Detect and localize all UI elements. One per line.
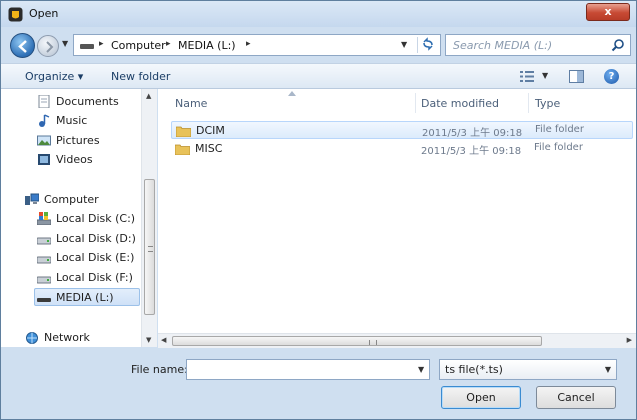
app-icon	[8, 7, 23, 22]
documents-icon	[38, 95, 50, 108]
organize-menu[interactable]: Organize ▾	[25, 70, 83, 83]
nav-item-network[interactable]: Network	[25, 329, 135, 347]
file-name-input[interactable]	[186, 359, 430, 380]
file-type: File folder	[534, 142, 583, 153]
window-title: Open	[29, 7, 59, 20]
nav-label: Documents	[56, 95, 119, 108]
nav-label: Local Disk (F:)	[56, 271, 133, 284]
file-list: Name Date modified Type DCIM 2011/5/3 上午…	[158, 89, 636, 333]
address-row: ▼ ▸ Computer ▸ MEDIA (L:) ▸ ▼ Search MED…	[1, 27, 636, 63]
scroll-up-icon[interactable]: ▲	[146, 92, 151, 100]
drive-icon	[37, 256, 51, 264]
search-icon[interactable]	[611, 38, 625, 52]
scroll-down-icon[interactable]: ▼	[146, 336, 151, 344]
nav-label: Pictures	[56, 134, 100, 147]
nav-item-pictures[interactable]: Pictures	[37, 132, 137, 150]
column-header-name[interactable]: Name	[175, 97, 207, 110]
nav-label: Local Disk (E:)	[56, 251, 135, 264]
file-name-label: File name:	[131, 363, 188, 376]
breadcrumb-separator[interactable]: ▸	[99, 39, 104, 49]
nav-label: Music	[56, 114, 88, 127]
help-icon[interactable]: ?	[604, 69, 619, 84]
refresh-icon	[422, 37, 433, 51]
close-button[interactable]: x	[586, 3, 630, 21]
nav-label: MEDIA (L:)	[56, 291, 114, 304]
file-date: 2011/5/3 上午 09:18	[422, 128, 523, 139]
file-name-dropdown-icon[interactable]: ▼	[418, 365, 424, 374]
column-header-date-modified[interactable]: Date modified	[421, 97, 499, 110]
open-dialog: Open x ▼ ▸ Computer ▸ MEDIA (L:) ▸ ▼ Sea…	[0, 0, 637, 420]
breadcrumb-media[interactable]: MEDIA (L:)	[178, 39, 236, 52]
folder-icon	[175, 144, 190, 155]
forward-arrow-icon	[46, 41, 54, 53]
forward-button[interactable]	[37, 35, 59, 57]
scroll-left-icon[interactable]: ◀	[161, 336, 166, 344]
file-list-hscrollbar[interactable]: ◀ ▶	[158, 333, 636, 348]
system-drive-icon	[37, 212, 51, 225]
search-input[interactable]: Search MEDIA (L:)	[445, 34, 631, 56]
navigation-pane: Documents Music Pictures Videos Computer…	[1, 89, 157, 347]
file-row[interactable]: DCIM 2011/5/3 上午 09:18 File folder	[171, 121, 633, 139]
drive-icon	[37, 237, 51, 245]
breadcrumb-separator[interactable]: ▸	[166, 39, 171, 49]
nav-label: Local Disk (D:)	[56, 232, 136, 245]
search-placeholder: Search MEDIA (L:)	[453, 39, 553, 52]
nav-item-local-disk-f[interactable]: Local Disk (F:)	[37, 269, 137, 287]
preview-pane-icon[interactable]	[569, 70, 584, 83]
command-toolbar: Organize ▾ New folder ▼ ?	[1, 63, 636, 89]
back-arrow-icon	[18, 40, 27, 53]
drive-icon	[80, 44, 94, 49]
chevron-down-icon: ▼	[604, 365, 611, 374]
pictures-icon	[37, 135, 51, 146]
nav-item-documents[interactable]: Documents	[37, 93, 137, 111]
refresh-button[interactable]	[417, 37, 437, 53]
nav-label: Local Disk (C:)	[56, 212, 136, 225]
drive-icon	[37, 276, 51, 284]
nav-label: Videos	[56, 153, 93, 166]
file-type: File folder	[535, 124, 584, 135]
open-button[interactable]: Open	[441, 386, 521, 409]
music-icon	[39, 114, 50, 127]
address-dropdown-icon[interactable]: ▼	[401, 40, 407, 49]
computer-icon	[25, 193, 39, 205]
scroll-right-icon[interactable]: ▶	[627, 336, 632, 344]
breadcrumb-computer[interactable]: Computer	[111, 39, 166, 52]
nav-item-music[interactable]: Music	[37, 112, 137, 130]
title-bar[interactable]: Open x	[1, 1, 636, 27]
breadcrumb-separator[interactable]: ▸	[246, 39, 251, 49]
nav-item-videos[interactable]: Videos	[37, 151, 137, 169]
file-row[interactable]: MISC 2011/5/3 上午 09:18 File folder	[171, 140, 633, 158]
file-name: DCIM	[196, 124, 225, 137]
hscroll-thumb[interactable]	[172, 336, 542, 346]
nav-item-computer[interactable]: Computer	[25, 191, 135, 209]
folder-icon	[176, 126, 191, 137]
new-folder-button[interactable]: New folder	[111, 70, 170, 83]
network-icon	[26, 332, 38, 344]
file-type-select[interactable]: ts file(*.ts) ▼	[439, 359, 617, 380]
removable-drive-icon	[37, 298, 51, 302]
recent-pages-dropdown[interactable]: ▼	[62, 39, 68, 48]
nav-label: Computer	[44, 193, 99, 206]
nav-item-media-l[interactable]: MEDIA (L:)	[34, 288, 140, 306]
sort-ascending-icon	[288, 91, 296, 96]
cancel-button[interactable]: Cancel	[536, 386, 616, 409]
nav-item-local-disk-d[interactable]: Local Disk (D:)	[37, 230, 137, 248]
nav-item-local-disk-c[interactable]: Local Disk (C:)	[37, 210, 137, 228]
file-name: MISC	[195, 142, 223, 155]
file-type-value: ts file(*.ts)	[445, 363, 503, 376]
scroll-thumb[interactable]	[144, 179, 155, 315]
view-options-dropdown[interactable]: ▼	[542, 71, 548, 80]
file-date: 2011/5/3 上午 09:18	[421, 146, 522, 157]
videos-icon	[38, 154, 50, 165]
nav-pane-scrollbar[interactable]: ▲ ▼	[141, 89, 157, 347]
address-bar[interactable]: ▸ Computer ▸ MEDIA (L:) ▸ ▼	[73, 34, 441, 56]
nav-label: Network	[44, 331, 90, 344]
back-button[interactable]	[10, 33, 35, 58]
nav-item-local-disk-e[interactable]: Local Disk (E:)	[37, 249, 137, 267]
change-view-icon[interactable]	[520, 71, 534, 82]
column-header-type[interactable]: Type	[535, 97, 560, 110]
